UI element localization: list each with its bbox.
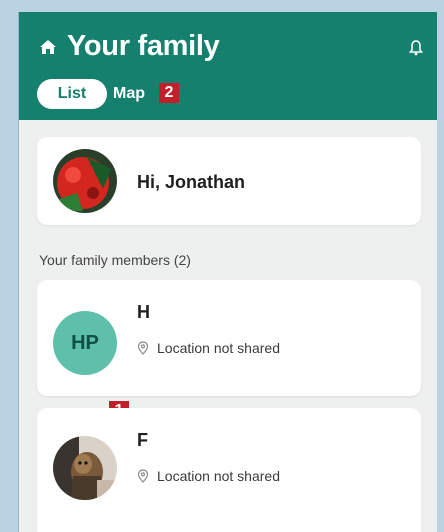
member-location-text: Location not shared — [157, 468, 280, 484]
tab-map[interactable]: Map — [113, 79, 163, 109]
member-name: H — [137, 302, 150, 322]
page-title: Your family — [67, 30, 220, 62]
greeting-text: Hi, Jonathan — [137, 172, 246, 192]
location-pin-icon — [137, 341, 149, 355]
avatar — [53, 149, 117, 213]
bell-icon[interactable] — [409, 40, 423, 56]
members-section-label: Your family members (2) — [39, 252, 191, 268]
avatar-initials: HP — [53, 311, 117, 375]
member-card[interactable]: F Location not shared — [37, 408, 421, 532]
member-location: Location not shared — [137, 340, 280, 356]
avatar — [53, 436, 117, 500]
member-location-text: Location not shared — [157, 340, 280, 356]
app-screen: Your family List Map 2 Hi, Jonathan Your… — [18, 12, 437, 532]
home-icon[interactable] — [39, 38, 57, 56]
location-pin-icon — [137, 469, 149, 483]
greeting-card[interactable]: Hi, Jonathan — [37, 137, 421, 225]
header: Your family List Map 2 — [19, 12, 437, 120]
member-name: F — [137, 430, 148, 450]
annotation-badge-2: 2 — [159, 83, 179, 103]
member-location: Location not shared — [137, 468, 280, 484]
member-card[interactable]: HP H Location not shared — [37, 280, 421, 396]
tab-list[interactable]: List — [37, 79, 107, 109]
